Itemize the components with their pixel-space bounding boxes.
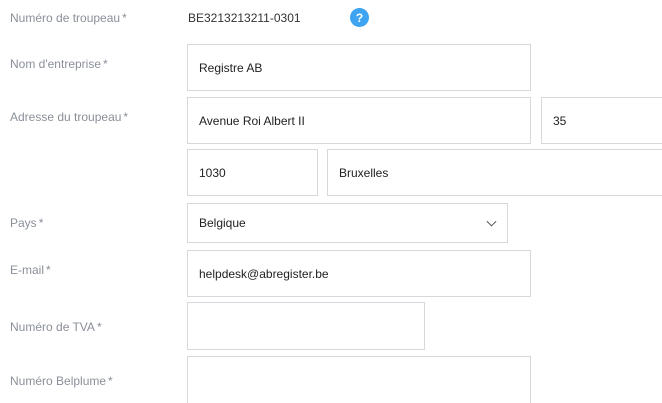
vat-number-input[interactable]	[187, 302, 425, 350]
required-marker: *	[122, 11, 127, 25]
required-marker: *	[108, 374, 113, 388]
belplume-number-label: Numéro Belplume *	[10, 374, 113, 388]
help-icon[interactable]: ?	[350, 8, 369, 27]
required-marker: *	[103, 57, 108, 71]
herd-number-label: Numéro de troupeau *	[10, 11, 127, 25]
required-marker: *	[96, 320, 102, 334]
email-label: E-mail *	[10, 263, 51, 277]
country-label: Pays *	[10, 216, 44, 230]
herd-registration-form: Numéro de troupeau * BE3213213211-0301 ? …	[0, 0, 662, 403]
required-marker: *	[38, 216, 44, 230]
email-input[interactable]: helpdesk@abregister.be	[187, 250, 531, 297]
vat-number-label: Numéro de TVA *	[10, 320, 102, 334]
chevron-down-icon	[486, 216, 497, 227]
street-input[interactable]: Avenue Roi Albert II	[187, 97, 531, 144]
company-name-label: Nom d'entreprise *	[10, 57, 108, 71]
herd-number-value: BE3213213211-0301	[188, 11, 301, 25]
belplume-number-input[interactable]	[187, 356, 531, 403]
country-select[interactable]: Belgique	[187, 203, 508, 243]
company-name-input[interactable]: Registre AB	[187, 44, 531, 91]
herd-address-label: Adresse du troupeau *	[10, 110, 129, 124]
required-marker: *	[123, 110, 129, 124]
house-number-input[interactable]: 35	[541, 97, 662, 144]
required-marker: *	[46, 263, 51, 277]
postal-code-input[interactable]: 1030	[187, 149, 318, 196]
city-input[interactable]: Bruxelles	[327, 149, 662, 196]
